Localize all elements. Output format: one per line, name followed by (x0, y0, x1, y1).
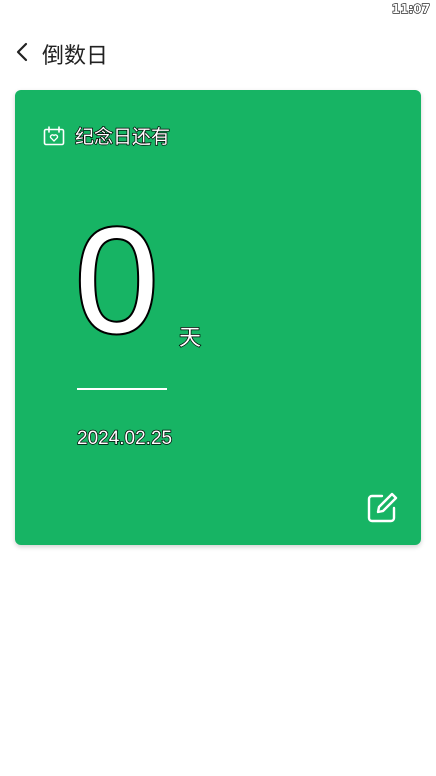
calendar-heart-icon (43, 125, 65, 146)
card-header: 纪念日还有 (43, 122, 171, 149)
edit-button[interactable] (365, 491, 399, 525)
divider (77, 388, 167, 390)
page-title: 倒数日 (42, 44, 109, 69)
status-bar: 11:07 (0, 0, 436, 20)
countdown-card[interactable]: 纪念日还有 0 天 2024.02.25 (15, 90, 421, 545)
edit-icon (367, 492, 398, 523)
target-date: 2024.02.25 (76, 427, 173, 449)
status-time: 11:07 (391, 1, 430, 16)
days-unit: 天 (178, 325, 202, 351)
header: 倒数日 (0, 30, 436, 74)
back-button[interactable] (8, 36, 36, 68)
days-count: 0 (73, 196, 160, 364)
card-label: 纪念日还有 (74, 125, 171, 148)
chevron-left-icon (16, 42, 28, 62)
